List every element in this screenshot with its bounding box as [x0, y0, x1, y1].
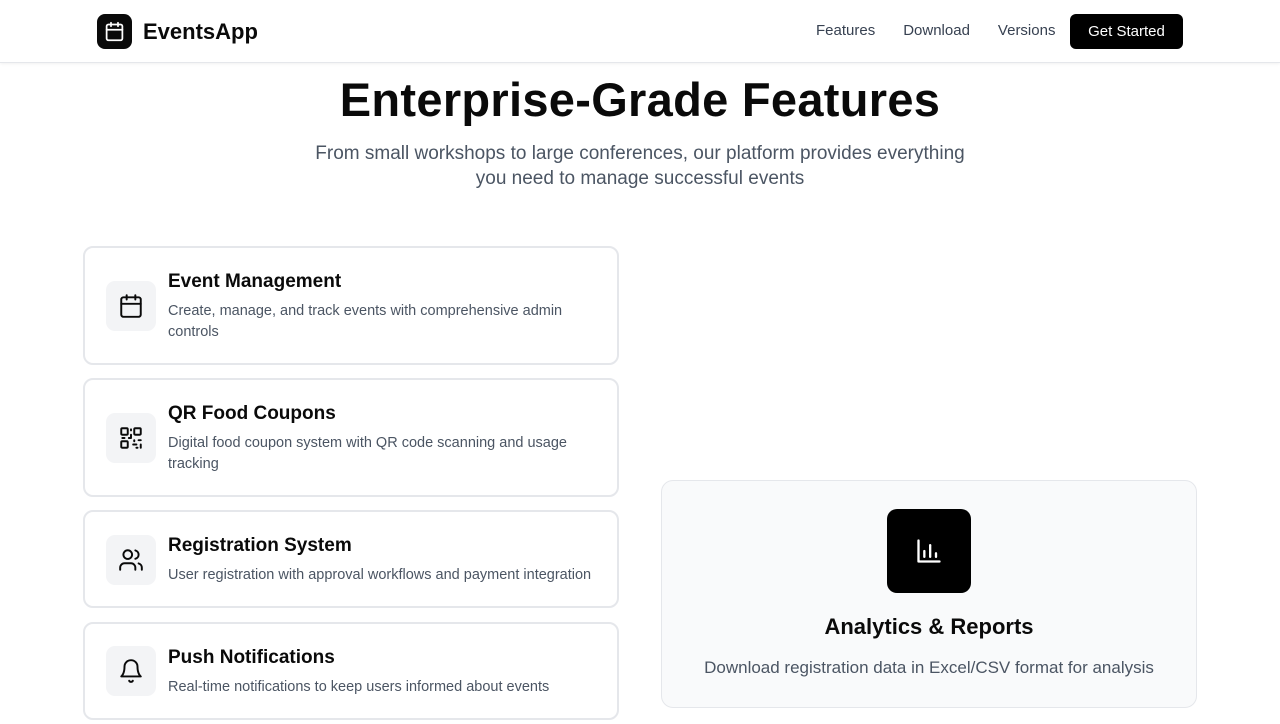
qr-code-icon — [106, 413, 156, 463]
nav-link-versions[interactable]: Versions — [998, 22, 1056, 39]
bell-icon — [106, 646, 156, 696]
calendar-icon — [106, 281, 156, 331]
feature-title: Push Notifications — [168, 647, 335, 668]
brand-name: EventsApp — [143, 18, 258, 44]
calendar-icon — [97, 14, 132, 49]
feature-description: Real-time notifications to keep users in… — [168, 679, 550, 695]
feature-title: Registration System — [168, 535, 352, 556]
nav-link-download[interactable]: Download — [903, 22, 970, 39]
nav-links: Features Download Versions — [816, 22, 1083, 39]
feature-title: QR Food Coupons — [168, 403, 336, 424]
feature-description: User registration with approval workflow… — [168, 567, 592, 583]
feature-card-qr-food-coupons: QR Food Coupons Digital food coupon syst… — [83, 378, 619, 497]
feature-description: Create, manage, and track events with co… — [168, 303, 563, 340]
feature-card-push-notifications: Push Notifications Real-time notificatio… — [83, 622, 619, 720]
top-navbar: EventsApp Features Download Versions Get… — [0, 0, 1280, 63]
page-title: Enterprise-Grade Features — [339, 73, 941, 126]
users-icon — [106, 535, 156, 585]
brand[interactable]: EventsApp — [97, 14, 258, 49]
page-subtitle: From small workshops to large conference… — [315, 143, 965, 189]
feature-title: Event Management — [168, 271, 342, 292]
analytics-title: Analytics & Reports — [824, 614, 1034, 639]
feature-card-registration-system: Registration System User registration wi… — [83, 510, 619, 608]
analytics-panel: Analytics & Reports Download registratio… — [661, 480, 1197, 708]
get-started-button[interactable]: Get Started — [1070, 14, 1183, 49]
feature-description: Digital food coupon system with QR code … — [168, 435, 567, 472]
bar-chart-icon — [887, 509, 971, 593]
analytics-description: Download registration data in Excel/CSV … — [704, 658, 1154, 677]
nav-link-features[interactable]: Features — [816, 22, 875, 39]
feature-card-event-management: Event Management Create, manage, and tra… — [83, 246, 619, 365]
